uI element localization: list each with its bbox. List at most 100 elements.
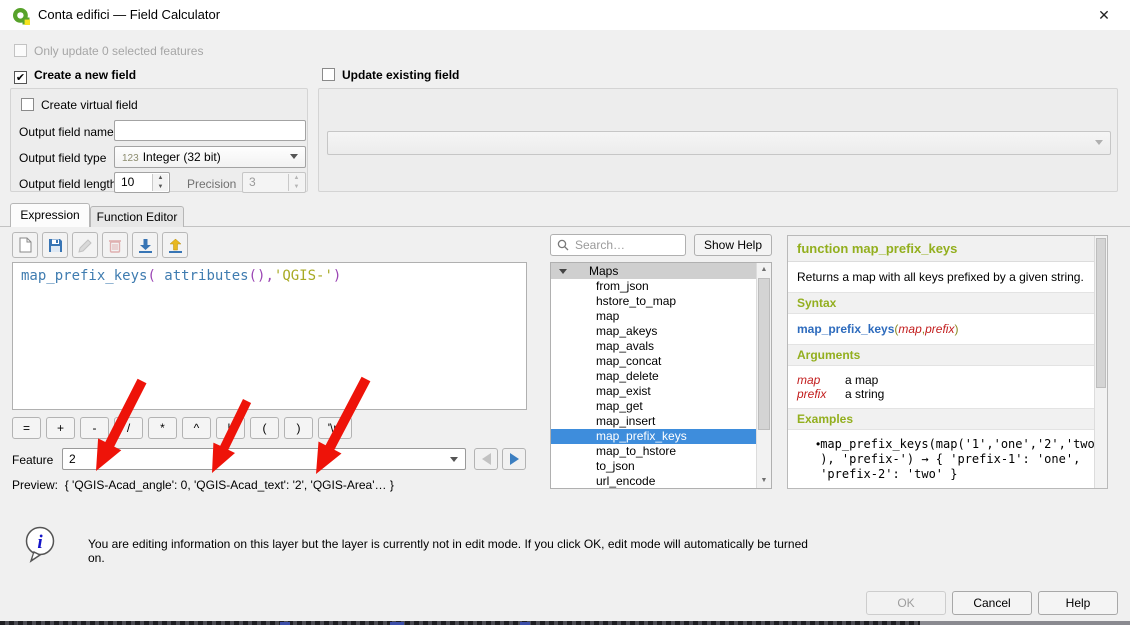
- function-item[interactable]: map_insert: [551, 414, 758, 429]
- function-search[interactable]: Search…: [550, 234, 686, 256]
- scroll-down-icon[interactable]: ▼: [757, 474, 771, 488]
- ok-button: OK: [866, 591, 946, 615]
- operator-button-newline[interactable]: '\n': [318, 417, 352, 439]
- help-arguments-heading: Arguments: [788, 344, 1094, 366]
- output-field-length-spinner[interactable]: 10 ▲▼: [114, 172, 170, 193]
- operator-button[interactable]: ^: [182, 417, 211, 439]
- example-line: map_prefix_keys(map('1','one','2','two': [820, 437, 1102, 452]
- help-description: Returns a map with all keys prefixed by …: [788, 262, 1094, 292]
- checkbox-box[interactable]: [14, 44, 27, 57]
- help-scrollbar[interactable]: [1094, 236, 1107, 488]
- trash-icon: [108, 238, 122, 253]
- scrollbar-thumb[interactable]: [1096, 238, 1106, 388]
- info-icon: i: [24, 524, 58, 564]
- cancel-button[interactable]: Cancel: [952, 591, 1032, 615]
- checkbox-box[interactable]: [322, 68, 335, 81]
- new-expression-button[interactable]: [12, 232, 38, 258]
- output-field-type-combo[interactable]: 123Integer (32 bit): [114, 146, 306, 168]
- expression-editor[interactable]: map_prefix_keys( attributes(),'QGIS-'): [12, 262, 527, 410]
- function-item[interactable]: map_delete: [551, 369, 758, 384]
- expression-token: ): [333, 268, 341, 284]
- expression-token: map_prefix_keys: [21, 268, 147, 284]
- help-syntax-heading: Syntax: [788, 292, 1094, 314]
- background-app-strip-bottom: [0, 621, 920, 625]
- preview-row: Preview: { 'QGIS-Acad_angle': 0, 'QGIS-A…: [12, 478, 394, 492]
- function-item[interactable]: from_json: [551, 279, 758, 294]
- save-expression-button[interactable]: [42, 232, 68, 258]
- example-line: 'prefix-2': 'two' }: [820, 467, 1102, 482]
- feature-label: Feature: [12, 453, 53, 467]
- operator-button[interactable]: (: [250, 417, 279, 439]
- output-field-type-value: Integer (32 bit): [143, 150, 221, 164]
- function-item[interactable]: map_concat: [551, 354, 758, 369]
- create-virtual-field-checkbox[interactable]: Create virtual field: [21, 98, 138, 112]
- checkbox-box[interactable]: [21, 98, 34, 111]
- next-feature-button[interactable]: [502, 448, 526, 470]
- output-field-length-label: Output field length: [19, 177, 116, 191]
- tab-expression[interactable]: Expression: [10, 203, 90, 227]
- output-field-type-label: Output field type: [19, 151, 106, 165]
- output-field-name-input[interactable]: [114, 120, 306, 141]
- import-expression-button[interactable]: [132, 232, 158, 258]
- save-icon: [48, 238, 63, 253]
- operator-button[interactable]: *: [148, 417, 177, 439]
- operator-button[interactable]: ): [284, 417, 313, 439]
- qgis-logo-icon: [12, 7, 30, 25]
- function-item[interactable]: map: [551, 309, 758, 324]
- syntax-function-name: map_prefix_keys: [797, 322, 894, 336]
- function-item[interactable]: map_avals: [551, 339, 758, 354]
- spinner-arrows-icon[interactable]: ▲▼: [152, 174, 168, 191]
- function-item[interactable]: map_exist: [551, 384, 758, 399]
- help-button[interactable]: Help: [1038, 591, 1118, 615]
- function-item[interactable]: to_json: [551, 459, 758, 474]
- window-title: Conta edifici — Field Calculator: [38, 0, 220, 30]
- delete-expression-button: [102, 232, 128, 258]
- function-item[interactable]: hstore_to_map: [551, 294, 758, 309]
- svg-text:i: i: [37, 532, 43, 553]
- export-expression-button[interactable]: [162, 232, 188, 258]
- tab-function-editor[interactable]: Function Editor: [90, 206, 184, 227]
- expression-token: 'QGIS-': [274, 268, 333, 284]
- checkbox-check-icon[interactable]: ✔: [14, 71, 27, 84]
- new-file-icon: [18, 237, 33, 253]
- operator-button[interactable]: =: [12, 417, 41, 439]
- search-icon: [557, 239, 569, 251]
- function-list-scrollbar[interactable]: ▲ ▼: [756, 263, 771, 488]
- close-icon[interactable]: ✕: [1092, 0, 1116, 30]
- update-existing-field-checkbox[interactable]: Update existing field: [322, 68, 459, 82]
- operator-button[interactable]: +: [46, 417, 75, 439]
- previous-feature-button: [474, 448, 498, 470]
- operator-button[interactable]: ||: [216, 417, 245, 439]
- field-calculator-dialog: Conta edifici — Field Calculator ✕ Only …: [0, 0, 1130, 625]
- create-new-field-checkbox[interactable]: ✔Create a new field: [14, 68, 136, 84]
- function-item[interactable]: url_encode: [551, 474, 758, 489]
- help-title: function map_prefix_keys: [788, 236, 1094, 262]
- function-item-selected[interactable]: map_prefix_keys: [551, 429, 758, 444]
- expression-token: (: [147, 268, 164, 284]
- only-update-checkbox[interactable]: Only update 0 selected features: [14, 44, 203, 58]
- scrollbar-thumb[interactable]: [758, 278, 770, 430]
- function-item[interactable]: map_akeys: [551, 324, 758, 339]
- update-field-groupbox: [318, 88, 1118, 192]
- help-arguments: mapa map prefixa string: [788, 366, 1094, 408]
- scroll-up-icon[interactable]: ▲: [757, 263, 771, 277]
- chevron-down-icon: [450, 457, 458, 462]
- argument-desc: a map: [845, 373, 878, 387]
- output-field-name-label: Output field name: [19, 125, 114, 139]
- function-group-maps[interactable]: Maps: [551, 263, 771, 279]
- function-item[interactable]: map_to_hstore: [551, 444, 758, 459]
- function-item[interactable]: map_get: [551, 399, 758, 414]
- show-help-button[interactable]: Show Help: [694, 234, 772, 256]
- operator-button[interactable]: /: [114, 417, 143, 439]
- pencil-icon: [78, 238, 93, 253]
- tab-function-editor-label: Function Editor: [97, 210, 178, 224]
- argument-name: map: [797, 373, 845, 387]
- feature-combo[interactable]: 2: [62, 448, 466, 470]
- ok-label: OK: [897, 596, 914, 610]
- cancel-label: Cancel: [973, 596, 1010, 610]
- operator-button[interactable]: -: [80, 417, 109, 439]
- tab-expression-label: Expression: [20, 208, 79, 222]
- preview-value: { 'QGIS-Acad_angle': 0, 'QGIS-Acad_text'…: [65, 478, 394, 492]
- new-field-groupbox: Create virtual field Output field name O…: [10, 88, 308, 192]
- tree-collapse-icon[interactable]: [559, 269, 567, 274]
